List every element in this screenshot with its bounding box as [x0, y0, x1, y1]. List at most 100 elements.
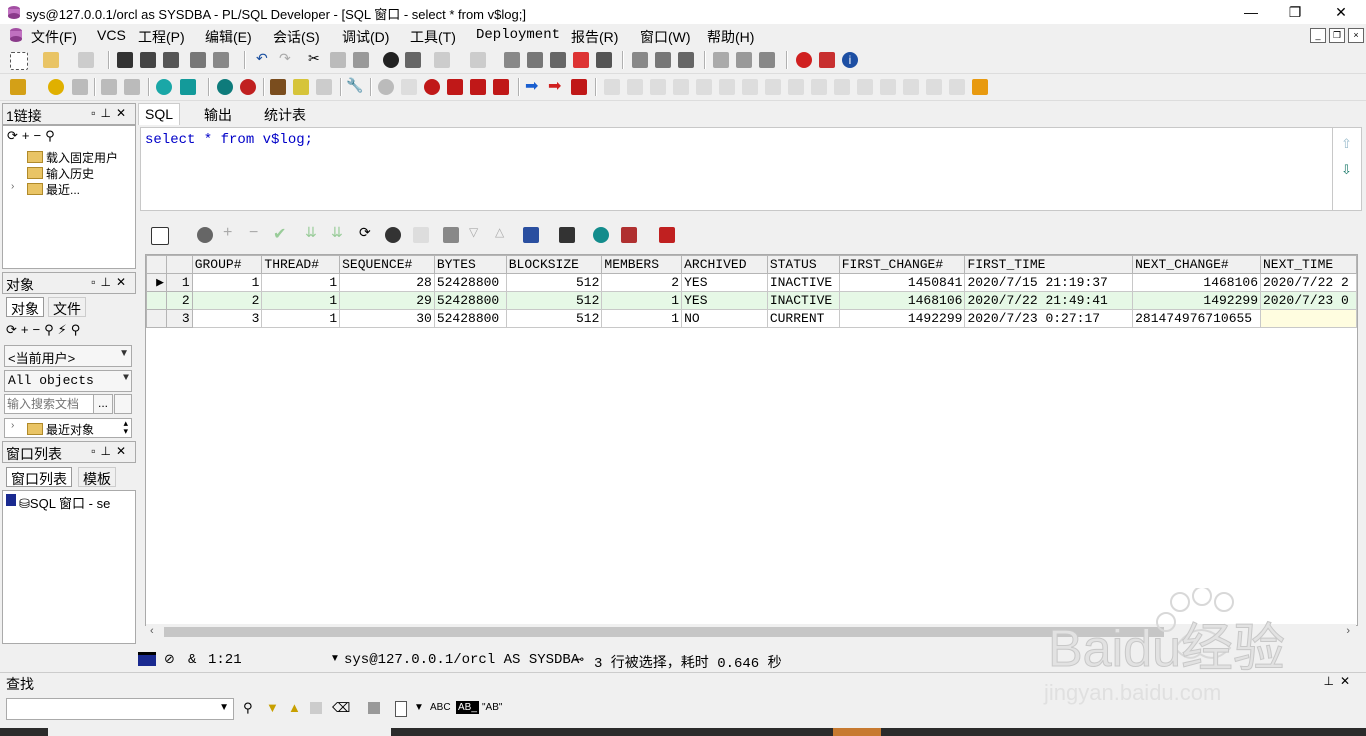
cell[interactable]: 1492299	[838, 309, 966, 328]
debug-l-icon[interactable]	[949, 79, 965, 95]
new-icon[interactable]	[10, 52, 28, 70]
sort-down-icon[interactable]: ▽	[469, 225, 485, 241]
cell[interactable]: 52428800	[433, 273, 507, 292]
scroll-right-icon[interactable]: ›	[1346, 625, 1350, 637]
maximize-button[interactable]: ❐	[1272, 0, 1318, 24]
search-options-icon[interactable]	[114, 394, 132, 414]
tab-templates[interactable]: 模板	[78, 467, 116, 487]
scroll-thumb[interactable]	[164, 627, 1164, 637]
col-next-time[interactable]: NEXT_TIME	[1260, 255, 1357, 274]
cell[interactable]: 30	[339, 309, 435, 328]
objects-combo[interactable]: All objects ▼	[4, 370, 132, 392]
menu-report[interactable]: 报告(R)	[571, 27, 618, 47]
panel-controls[interactable]: ▫⊥✕	[91, 106, 131, 120]
uncomment-icon[interactable]	[573, 52, 589, 68]
breakpoint-add-icon[interactable]	[447, 79, 463, 95]
fetch-next-icon[interactable]: ⇊	[305, 224, 321, 240]
chart-icon[interactable]	[621, 227, 637, 243]
cut-icon[interactable]: ✂	[308, 50, 324, 66]
col-thread[interactable]: THREAD#	[261, 255, 341, 274]
menu-project[interactable]: 工程(P)	[138, 27, 185, 47]
tree-item-recent[interactable]: 最近...	[27, 181, 80, 198]
col-members[interactable]: MEMBERS	[601, 255, 683, 274]
grid-view-icon[interactable]	[151, 227, 169, 245]
run-to-icon[interactable]: ➡	[548, 76, 564, 95]
col-blocksize[interactable]: BLOCKSIZE	[505, 255, 603, 274]
col-first-time[interactable]: FIRST_TIME	[964, 255, 1134, 274]
save-all-icon[interactable]	[163, 52, 179, 68]
step-into-icon[interactable]	[604, 79, 620, 95]
find-prev-icon[interactable]: ▲	[288, 700, 301, 715]
debug-h-icon[interactable]	[857, 79, 873, 95]
debug-c-icon[interactable]	[742, 79, 758, 95]
fetch-last-icon[interactable]: ⇊	[331, 224, 347, 240]
command-window-icon[interactable]	[217, 79, 233, 95]
col-archived[interactable]: ARCHIVED	[681, 255, 768, 274]
table-row[interactable]: 3 3 1 30 52428800 512 1 NO CURRENT 14922…	[146, 309, 1357, 328]
mdi-restore-button[interactable]: ❐	[1329, 28, 1345, 43]
col-bytes[interactable]: BYTES	[433, 255, 507, 274]
cell[interactable]: INACTIVE	[766, 273, 840, 292]
find-next-icon[interactable]: ▼	[266, 700, 279, 715]
sql-editor[interactable]: select * from v$log;	[140, 127, 1334, 211]
tree-item-fixed-users[interactable]: 载入固定用户	[27, 149, 118, 166]
cell[interactable]: 52428800	[433, 291, 507, 310]
cell[interactable]: YES	[681, 273, 768, 292]
debug-k-icon[interactable]	[926, 79, 942, 95]
cell[interactable]: 3	[191, 309, 263, 328]
stop-icon[interactable]	[571, 79, 587, 95]
replace-icon[interactable]	[405, 52, 421, 68]
run-to-exception-icon[interactable]	[673, 79, 689, 95]
cell[interactable]: 1	[601, 309, 683, 328]
cell[interactable]	[1260, 309, 1357, 328]
spinner-icon[interactable]: ▴ ▾	[123, 419, 128, 436]
cell[interactable]: 1	[601, 291, 683, 310]
wrench-icon[interactable]: 🔧	[346, 77, 363, 93]
gear-icon[interactable]	[48, 79, 64, 95]
cell[interactable]: 1	[261, 273, 341, 292]
step-out-icon[interactable]	[650, 79, 666, 95]
minimize-button[interactable]: —	[1228, 0, 1274, 24]
window-list-item[interactable]: ⛁SQL 窗口 - se	[19, 493, 110, 512]
debug-a-icon[interactable]	[696, 79, 712, 95]
recompile-icon[interactable]	[678, 52, 694, 68]
cell[interactable]: YES	[681, 291, 768, 310]
down-arrow-icon[interactable]: ⇩	[1341, 162, 1352, 178]
print-setup-icon[interactable]	[78, 52, 94, 68]
clear-icon[interactable]	[413, 227, 429, 243]
table-row[interactable]: ▶ 1 1 1 28 52428800 512 2 YES INACTIVE 1…	[146, 273, 1357, 292]
post-icon[interactable]: ✔	[273, 224, 289, 243]
commit-icon[interactable]	[101, 79, 117, 95]
taskbar-app[interactable]	[48, 728, 391, 736]
menu-tools[interactable]: 工具(T)	[410, 27, 456, 47]
debug-f-icon[interactable]	[811, 79, 827, 95]
binoculars-icon[interactable]: ⚲	[243, 700, 253, 716]
db-export-icon[interactable]	[593, 227, 609, 243]
col-status[interactable]: STATUS	[766, 255, 840, 274]
run-arrow-icon[interactable]: ➡	[525, 76, 541, 95]
arrange-icon[interactable]	[759, 52, 775, 68]
comment-icon[interactable]	[550, 52, 566, 68]
indent-icon[interactable]	[504, 52, 520, 68]
cell[interactable]: 52428800	[433, 309, 507, 328]
paste-icon[interactable]	[353, 52, 369, 68]
debug-j-icon[interactable]	[903, 79, 919, 95]
search-input[interactable]	[4, 394, 94, 414]
delete-row-icon[interactable]: −	[249, 224, 265, 241]
sql-dropdown-icon[interactable]	[180, 79, 196, 95]
match-case-option[interactable]: ABC	[430, 702, 451, 713]
tree-item-history[interactable]: 输入历史	[27, 165, 94, 182]
search-more-button[interactable]: ...	[93, 394, 113, 414]
regex-option[interactable]: "AB"	[482, 702, 502, 713]
table-row[interactable]: 2 2 1 29 52428800 512 1 YES INACTIVE 146…	[146, 291, 1357, 310]
tab-objects[interactable]: 对象	[6, 297, 44, 317]
cell[interactable]: 1468106	[1132, 273, 1261, 292]
whole-word-option[interactable]: AB_	[456, 701, 479, 714]
tab-sql[interactable]: SQL	[138, 103, 181, 125]
print-preview-icon[interactable]	[213, 52, 229, 68]
cell[interactable]: 2	[601, 273, 683, 292]
cell[interactable]: 1492299	[1132, 291, 1261, 310]
highlight-icon[interactable]	[310, 702, 322, 714]
eraser-icon[interactable]: ⌫	[332, 700, 350, 716]
cell[interactable]: 1468106	[838, 291, 966, 310]
